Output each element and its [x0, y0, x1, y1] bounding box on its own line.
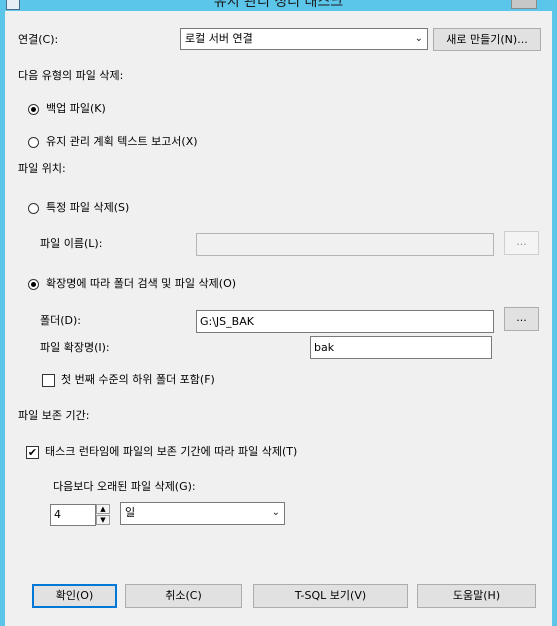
window-border-right: [552, 0, 557, 626]
specific-file-label[interactable]: 특정 파일 삭제(S): [46, 200, 129, 216]
retention-checkbox-label[interactable]: 태스크 런타임에 파일의 보존 기간에 따라 파일 삭제(T): [45, 444, 297, 460]
chevron-down-icon: ⌄: [414, 33, 423, 44]
delete-type-heading: 다음 유형의 파일 삭제:: [18, 69, 124, 82]
chevron-down-icon: ⌄: [271, 507, 280, 518]
extension-input[interactable]: bak: [310, 336, 492, 359]
report-file-label[interactable]: 유지 관리 계획 텍스트 보고서(X): [46, 134, 198, 150]
window-title: 유지 관리 정리 태스크: [213, 0, 344, 10]
filename-label: 파일 이름(L):: [40, 237, 103, 250]
age-amount-up-icon[interactable]: ▲: [96, 504, 110, 514]
tsql-view-button[interactable]: T-SQL 보기(V): [253, 584, 408, 608]
search-folder-radio[interactable]: [28, 279, 39, 290]
file-location-heading: 파일 위치:: [18, 162, 66, 175]
connection-label: 연결(C):: [18, 33, 59, 46]
search-folder-label[interactable]: 확장명에 따라 폴더 검색 및 파일 삭제(O): [46, 276, 236, 292]
extension-label: 파일 확장명(I):: [40, 341, 110, 354]
filename-browse-button[interactable]: ...: [504, 231, 539, 255]
checkmark-icon: ✔: [27, 446, 38, 459]
help-button[interactable]: 도움말(H): [417, 584, 536, 608]
folder-label: 폴더(D):: [40, 314, 81, 327]
age-unit-value: 일: [125, 506, 136, 519]
close-button[interactable]: [511, 0, 537, 9]
older-than-label: 다음보다 오래된 파일 삭제(G):: [53, 480, 196, 493]
age-amount-input[interactable]: 4: [50, 504, 96, 526]
subfolder-checkbox[interactable]: [42, 374, 55, 387]
subfolder-label[interactable]: 첫 번째 수준의 하위 폴더 포함(F): [61, 372, 215, 388]
ok-button[interactable]: 확인(O): [32, 584, 117, 608]
retention-heading: 파일 보존 기간:: [18, 409, 90, 422]
new-connection-button[interactable]: 새로 만들기(N)...: [433, 28, 541, 51]
age-unit-select[interactable]: 일 ⌄: [120, 502, 285, 525]
specific-file-radio[interactable]: [28, 203, 39, 214]
connection-selected-value: 로컬 서버 연결: [185, 32, 253, 45]
backup-file-label[interactable]: 백업 파일(K): [46, 101, 106, 117]
age-amount-down-icon[interactable]: ▼: [96, 515, 110, 525]
filename-input[interactable]: [196, 233, 494, 256]
retention-checkbox[interactable]: ✔: [26, 446, 39, 459]
backup-file-radio[interactable]: [28, 104, 39, 115]
cancel-button[interactable]: 취소(C): [125, 584, 242, 608]
folder-input[interactable]: G:\JS_BAK: [196, 310, 494, 333]
folder-browse-button[interactable]: ...: [504, 307, 539, 331]
window-border-left: [0, 0, 5, 626]
connection-select[interactable]: 로컬 서버 연결 ⌄: [180, 28, 428, 50]
report-file-radio[interactable]: [28, 137, 39, 148]
